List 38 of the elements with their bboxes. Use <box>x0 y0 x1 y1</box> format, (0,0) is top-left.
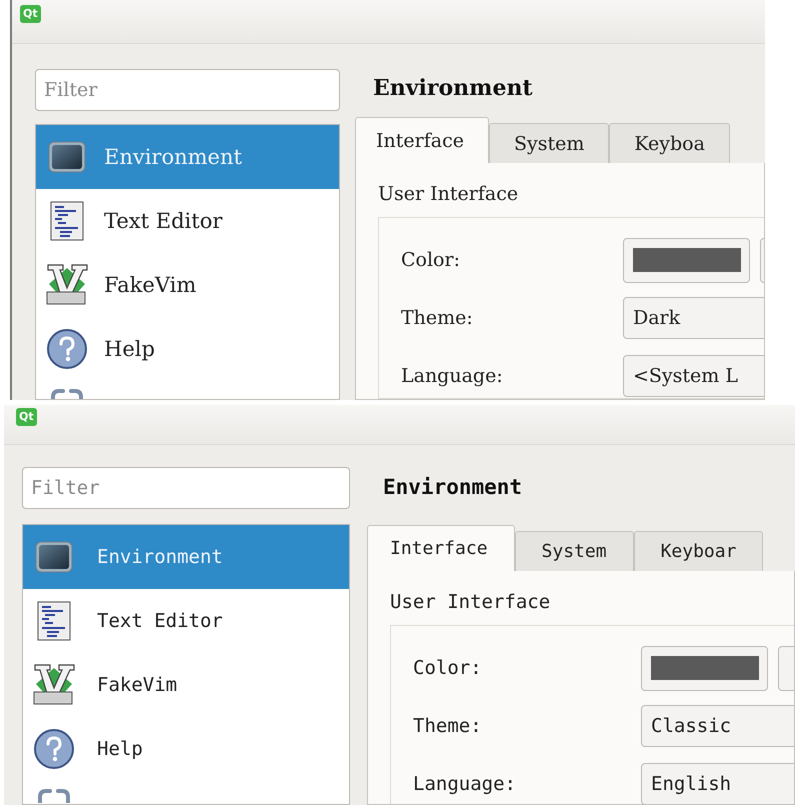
help-icon <box>33 728 75 770</box>
monitor-icon <box>48 141 86 173</box>
field-label: Theme: <box>401 307 474 329</box>
category-item[interactable]: FakeVim <box>23 653 349 717</box>
dropdown[interactable]: Classic <box>641 705 794 747</box>
tab[interactable]: System <box>488 123 610 163</box>
color-button[interactable] <box>641 646 768 690</box>
help-icon <box>46 328 88 370</box>
section-title: User Interface <box>378 183 520 205</box>
tab[interactable]: System <box>514 531 634 571</box>
page-title: Environment <box>373 75 534 103</box>
field-label: Language: <box>401 365 504 387</box>
document-icon <box>50 201 84 241</box>
tab[interactable]: Keyboar <box>634 531 764 571</box>
field-label: Color: <box>401 249 461 271</box>
app-logo: Qt <box>20 5 41 23</box>
category-item[interactable]: Help <box>23 717 349 781</box>
category-item[interactable]: Text Editor <box>23 589 349 653</box>
monitor-icon <box>35 541 73 573</box>
document-icon <box>37 601 71 641</box>
tab[interactable]: Interface <box>355 117 489 163</box>
field-label: Color: <box>413 657 483 679</box>
tab[interactable]: Interface <box>367 525 515 571</box>
filter-field[interactable]: Filter <box>35 69 340 111</box>
category-item[interactable]: Text Editor <box>36 189 339 253</box>
dropdown[interactable]: Dark <box>623 297 764 339</box>
dropdown[interactable]: English <box>641 763 794 804</box>
section-title: User Interface <box>390 591 552 613</box>
dropdown[interactable]: <System L <box>623 355 764 397</box>
tab[interactable]: Keyboa <box>609 123 730 163</box>
filter-field[interactable]: Filter <box>22 467 350 509</box>
field-label: Theme: <box>413 715 483 737</box>
app-logo: Qt <box>16 408 37 426</box>
page-title: Environment <box>383 475 524 501</box>
category-item[interactable]: Help <box>36 317 339 381</box>
color-button[interactable] <box>623 238 750 282</box>
field-label: Language: <box>413 773 517 795</box>
category-item[interactable]: FakeVim <box>36 253 339 317</box>
